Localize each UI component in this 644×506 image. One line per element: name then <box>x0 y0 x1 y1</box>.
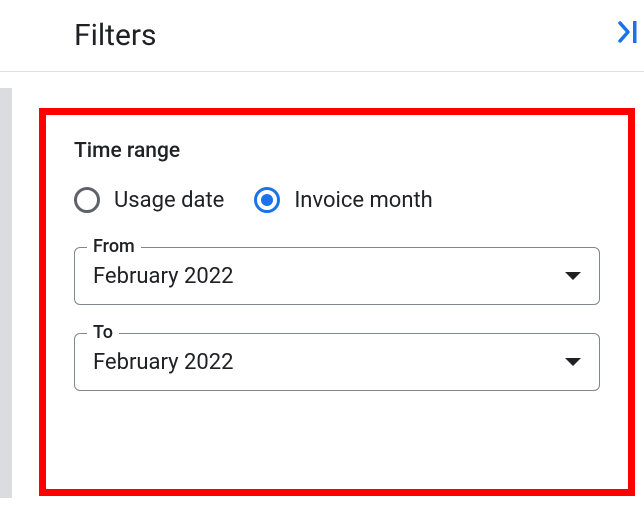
time-range-highlight: Time range Usage date Invoice month From… <box>39 108 635 496</box>
radio-usage-date-label: Usage date <box>114 188 224 213</box>
time-range-title: Time range <box>74 139 600 163</box>
radio-invoice-month-label: Invoice month <box>294 188 432 213</box>
filters-title: Filters <box>74 18 157 53</box>
left-rail <box>0 88 12 498</box>
filters-header: Filters <box>0 0 644 72</box>
left-rail-spacer <box>12 88 20 498</box>
time-range-radio-group: Usage date Invoice month <box>74 187 600 213</box>
from-label: From <box>87 236 141 257</box>
radio-selected-icon <box>254 187 280 213</box>
radio-unselected-icon <box>74 187 100 213</box>
chevron-down-icon <box>565 272 581 280</box>
radio-selected-dot-icon <box>261 194 273 206</box>
from-month-select[interactable]: From February 2022 <box>74 247 600 305</box>
chevron-down-icon <box>565 358 581 366</box>
to-month-select[interactable]: To February 2022 <box>74 333 600 391</box>
to-label: To <box>87 322 119 343</box>
radio-usage-date[interactable]: Usage date <box>74 187 224 213</box>
to-value: February 2022 <box>93 350 565 375</box>
from-value: February 2022 <box>93 264 565 289</box>
radio-invoice-month[interactable]: Invoice month <box>254 187 432 213</box>
collapse-panel-icon[interactable] <box>618 19 644 52</box>
to-select-group: To February 2022 <box>74 333 600 391</box>
from-select-group: From February 2022 <box>74 247 600 305</box>
